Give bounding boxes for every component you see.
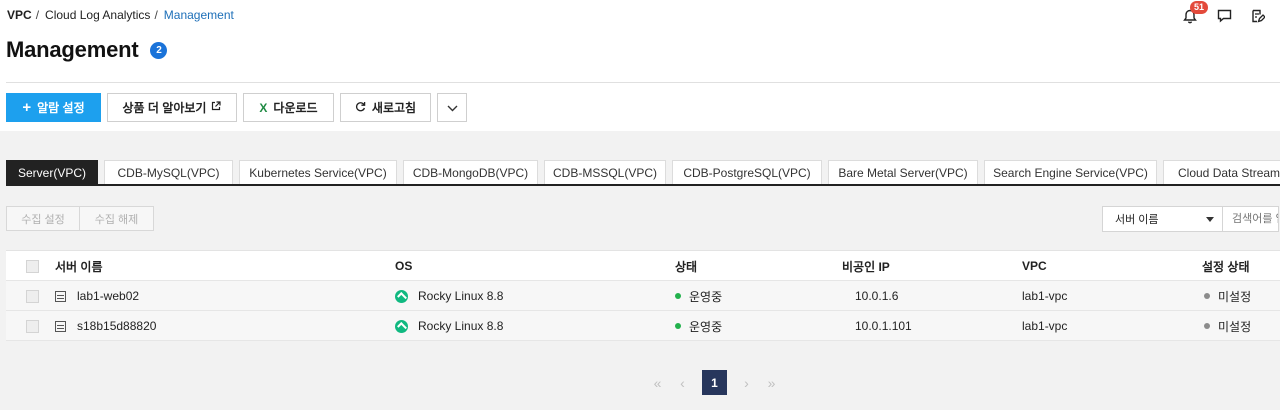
row-checkbox[interactable]	[26, 289, 39, 303]
refresh-label: 새로고침	[371, 101, 417, 115]
tab-cdb-mongodb-vpc[interactable]: CDB-MongoDB(VPC)	[403, 160, 538, 184]
tab-server-vpc[interactable]: Server(VPC)	[6, 160, 98, 184]
column-server-name[interactable]: 서버 이름	[55, 251, 103, 281]
download-button[interactable]: X 다운로드	[243, 93, 334, 122]
breadcrumb-item-cloud-log-analytics[interactable]: Cloud Log Analytics	[45, 8, 150, 22]
tab-cloud-data-streaming[interactable]: Cloud Data Streaming	[1163, 160, 1280, 184]
vpc-name: lab1-vpc	[1022, 289, 1068, 303]
caret-down-icon	[1206, 216, 1214, 222]
status-running-dot-icon	[675, 293, 681, 299]
config-status-dot-icon	[1204, 323, 1210, 329]
page-number-current[interactable]: 1	[702, 370, 727, 395]
alarm-settings-label: 알람 설정	[37, 101, 85, 115]
chat-icon[interactable]	[1214, 6, 1234, 26]
table-header-row: 서버 이름 OS 상태 비공인 IP VPC 설정 상태	[6, 251, 1280, 281]
plus-icon: +	[22, 99, 32, 116]
title-row: Management 2	[6, 37, 168, 63]
excel-icon: X	[259, 100, 268, 115]
search-input[interactable]	[1223, 206, 1279, 232]
tab-cdb-postgresql-vpc[interactable]: CDB-PostgreSQL(VPC)	[672, 160, 822, 184]
server-status: 운영중	[689, 289, 723, 304]
column-os[interactable]: OS	[395, 251, 412, 281]
alarm-settings-button[interactable]: + 알람 설정	[6, 93, 101, 122]
collect-release-button[interactable]: 수집 해제	[80, 206, 154, 231]
page-title: Management	[6, 37, 139, 62]
vpc-name: lab1-vpc	[1022, 319, 1068, 333]
search-field-select[interactable]: 서버 이름	[1102, 206, 1223, 232]
tab-search-engine-service-vpc[interactable]: Search Engine Service(VPC)	[984, 160, 1157, 184]
table-row[interactable]: s18b15d88820 Rocky Linux 8.8 운영중 10.0.1.…	[6, 311, 1280, 341]
server-table: 서버 이름 OS 상태 비공인 IP VPC 설정 상태 lab1-web02 …	[6, 250, 1280, 341]
search-bar: 서버 이름	[1102, 206, 1279, 232]
config-status: 미설정	[1218, 289, 1252, 304]
column-vpc[interactable]: VPC	[1022, 251, 1047, 281]
header-divider	[6, 82, 1280, 83]
tab-kubernetes-service-vpc[interactable]: Kubernetes Service(VPC)	[239, 160, 397, 184]
breadcrumb-item-current: Management	[163, 8, 234, 22]
breadcrumb: VPC / Cloud Log Analytics / Management	[7, 8, 234, 22]
select-all-checkbox[interactable]	[26, 259, 39, 273]
next-page-icon[interactable]: ›	[734, 370, 759, 395]
os-name: Rocky Linux 8.8	[418, 289, 504, 303]
column-private-ip[interactable]: 비공인 IP	[842, 251, 890, 281]
collection-actions: 수집 설정 수집 해제	[6, 206, 154, 231]
collect-settings-button[interactable]: 수집 설정	[6, 206, 80, 231]
column-status[interactable]: 상태	[675, 251, 697, 281]
header-icons: 51	[1180, 1, 1268, 26]
server-icon	[55, 320, 66, 332]
config-status-dot-icon	[1204, 293, 1210, 299]
download-label: 다운로드	[273, 101, 318, 115]
external-link-icon	[211, 101, 222, 114]
item-count-badge: 2	[150, 41, 168, 59]
toolbar: + 알람 설정 상품 더 알아보기 X 다운로드 새로고침	[6, 93, 467, 122]
config-status: 미설정	[1218, 319, 1252, 334]
page-header: VPC / Cloud Log Analytics / Management 51 …	[0, 0, 1280, 131]
rocky-linux-icon	[395, 289, 408, 303]
first-page-icon[interactable]: «	[645, 370, 670, 395]
last-page-icon[interactable]: »	[759, 370, 784, 395]
breadcrumb-item-vpc[interactable]: VPC	[7, 8, 32, 22]
bell-icon[interactable]: 51	[1180, 1, 1209, 26]
chevron-down-icon	[447, 101, 458, 115]
pagination: « ‹ 1 › »	[645, 370, 784, 395]
learn-more-button[interactable]: 상품 더 알아보기	[107, 93, 237, 122]
rocky-linux-icon	[395, 319, 408, 333]
private-ip: 10.0.1.101	[855, 319, 912, 333]
server-name: s18b15d88820	[77, 319, 157, 333]
learn-more-label: 상품 더 알아보기	[122, 101, 207, 115]
more-dropdown-button[interactable]	[437, 93, 467, 122]
row-checkbox[interactable]	[26, 319, 39, 333]
refresh-icon	[355, 101, 366, 115]
tab-cdb-mssql-vpc[interactable]: CDB-MSSQL(VPC)	[544, 160, 666, 184]
os-name: Rocky Linux 8.8	[418, 319, 504, 333]
server-name: lab1-web02	[77, 289, 140, 303]
column-config-status[interactable]: 설정 상태	[1202, 251, 1250, 281]
search-field-value: 서버 이름	[1115, 214, 1159, 226]
private-ip: 10.0.1.6	[855, 289, 899, 303]
server-status: 운영중	[689, 319, 723, 334]
product-tabs: Server(VPC) CDB-MySQL(VPC) Kubernetes Se…	[6, 160, 1280, 186]
table-row[interactable]: lab1-web02 Rocky Linux 8.8 운영중 10.0.1.6 …	[6, 281, 1280, 311]
refresh-button[interactable]: 새로고침	[340, 93, 431, 122]
server-icon	[55, 290, 66, 302]
tab-cdb-mysql-vpc[interactable]: CDB-MySQL(VPC)	[104, 160, 233, 184]
prev-page-icon[interactable]: ‹	[670, 370, 695, 395]
edit-note-icon[interactable]	[1248, 6, 1268, 26]
notification-count-badge: 51	[1190, 1, 1209, 14]
status-running-dot-icon	[675, 323, 681, 329]
tab-bare-metal-server-vpc[interactable]: Bare Metal Server(VPC)	[828, 160, 978, 184]
